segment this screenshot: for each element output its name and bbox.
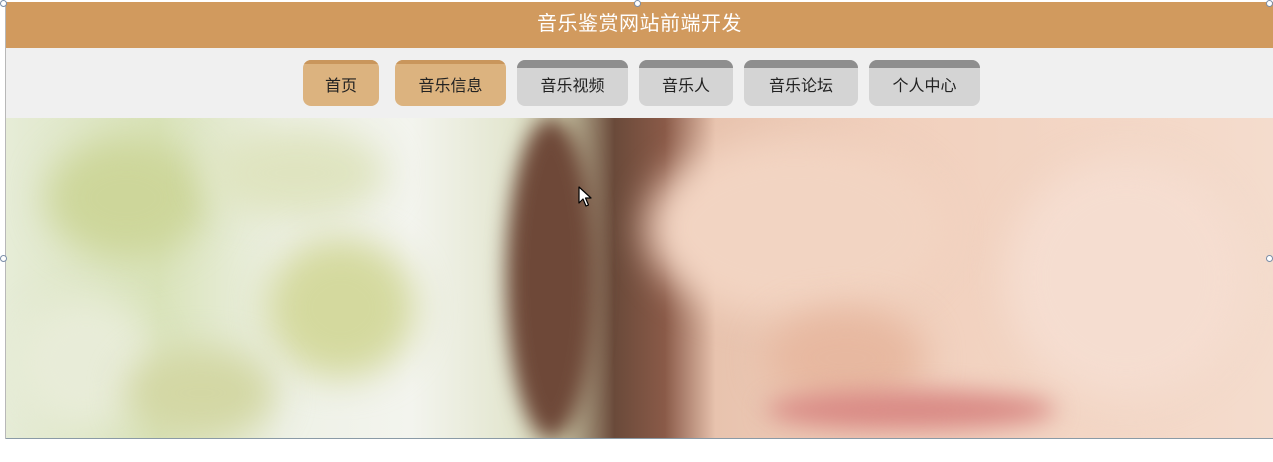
hero-banner (6, 118, 1273, 439)
selection-handle-top-left[interactable] (0, 0, 7, 7)
tab-personal-center-label: 个人中心 (892, 76, 957, 95)
tab-music-info[interactable]: 音乐信息 (395, 60, 506, 106)
banner-face-cheek (646, 138, 946, 318)
banner-foliage-1 (46, 138, 206, 258)
banner-hair (506, 118, 596, 439)
banner-foliage-2 (206, 128, 386, 218)
tab-music-forum-label: 音乐论坛 (768, 76, 833, 95)
main-nav: 首页 音乐信息 音乐视频 音乐人 音乐论坛 个人中心 (6, 48, 1273, 118)
tab-home-label: 首页 (324, 76, 357, 95)
selection-handle-left-middle[interactable] (0, 255, 7, 262)
tab-music-forum[interactable]: 音乐论坛 (744, 60, 858, 106)
selection-handle-top-center[interactable] (634, 0, 641, 7)
tab-music-video[interactable]: 音乐视频 (517, 60, 628, 106)
tab-musicians[interactable]: 音乐人 (639, 60, 733, 106)
mouse-cursor-icon (578, 186, 592, 207)
selection-handle-top-right[interactable] (1266, 0, 1273, 7)
banner-foliage-5 (126, 348, 276, 438)
tab-music-video-label: 音乐视频 (540, 76, 605, 95)
page-title-text: 音乐鉴赏网站前端开发 (537, 11, 742, 35)
selection-handle-right-middle[interactable] (1266, 255, 1273, 262)
banner-lips (766, 390, 1056, 430)
banner-bottom-border (6, 438, 1273, 439)
tab-personal-center[interactable]: 个人中心 (869, 60, 980, 106)
banner-foliage-3 (266, 238, 416, 378)
tab-musicians-label: 音乐人 (661, 76, 710, 95)
page-title: 音乐鉴赏网站前端开发 (6, 2, 1273, 48)
banner-face-right (1006, 158, 1246, 398)
tab-music-info-label: 音乐信息 (418, 76, 483, 95)
tab-home[interactable]: 首页 (303, 60, 379, 106)
